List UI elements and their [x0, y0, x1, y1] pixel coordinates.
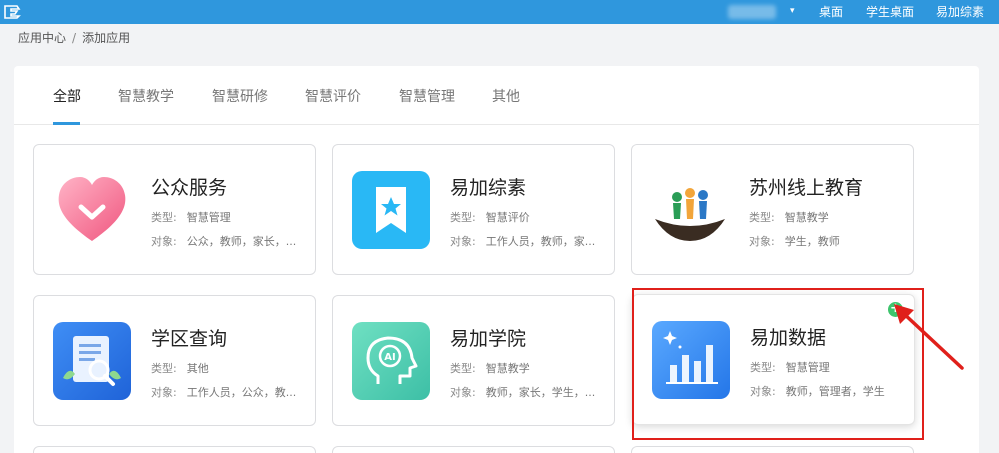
tab-smart-teaching[interactable]: 智慧教学 — [118, 86, 174, 106]
card-title: 公众服务 — [151, 177, 228, 199]
card-type: 类型: 智慧教学 — [450, 362, 530, 375]
tab-smart-evaluation[interactable]: 智慧评价 — [305, 86, 361, 106]
annotation-arrow-icon — [894, 304, 964, 370]
card-target: 对象: 公众，教师，家长，... — [151, 235, 297, 248]
svg-text:AI: AI — [384, 352, 395, 363]
user-name-blurred[interactable] — [728, 5, 776, 19]
boat-people-icon — [651, 171, 729, 249]
app-card-partial[interactable] — [631, 446, 914, 453]
top-bar: ▾ 桌面 学生桌面 易加综素 — [0, 0, 999, 24]
tab-smart-management[interactable]: 智慧管理 — [399, 86, 455, 106]
card-title: 苏州线上教育 — [749, 177, 864, 199]
card-target: 对象: 工作人员，教师，家... — [450, 235, 596, 248]
card-title: 易加综素 — [450, 177, 527, 199]
app-card-yijia-academy[interactable]: AI 易加学院 类型: 智慧教学 对象: 教师，家长，学生，... — [332, 295, 615, 426]
card-type: 类型: 智慧教学 — [749, 211, 829, 224]
app-card-yijia-zongsu[interactable]: 易加综素 类型: 智慧评价 对象: 工作人员，教师，家... — [332, 144, 615, 275]
nav-desktop[interactable]: 桌面 — [819, 0, 843, 24]
card-type: 类型: 智慧管理 — [151, 211, 231, 224]
app-card-suzhou-online-education[interactable]: 苏州线上教育 类型: 智慧教学 对象: 学生，教师 — [631, 144, 914, 275]
heart-icon — [53, 171, 131, 249]
tab-smart-research[interactable]: 智慧研修 — [212, 86, 268, 106]
card-type: 类型: 智慧评价 — [450, 211, 530, 224]
app-card-school-district-query[interactable]: 学区查询 类型: 其他 对象: 工作人员，公众，教... — [33, 295, 316, 426]
card-title: 易加学院 — [450, 328, 527, 350]
card-type: 类型: 其他 — [151, 362, 209, 375]
app-card-public-service[interactable]: 公众服务 类型: 智慧管理 对象: 公众，教师，家长，... — [33, 144, 316, 275]
card-target: 对象: 学生，教师 — [749, 235, 840, 248]
nav-yijia-zongsu[interactable]: 易加综素 — [936, 0, 984, 24]
highlight-annotation-box — [632, 288, 924, 440]
bookmark-star-icon — [352, 171, 430, 249]
active-tab-indicator — [53, 122, 80, 125]
tab-other[interactable]: 其他 — [492, 86, 520, 106]
caret-down-icon[interactable]: ▾ — [790, 6, 795, 16]
tab-all[interactable]: 全部 — [53, 86, 81, 106]
breadcrumb-add-app: 添加应用 — [82, 31, 131, 45]
card-title: 学区查询 — [151, 328, 228, 350]
breadcrumb-app-center[interactable]: 应用中心 — [18, 31, 66, 45]
app-card-partial[interactable] — [332, 446, 615, 453]
ai-head-icon: AI — [352, 322, 430, 400]
card-target: 对象: 教师，家长，学生，... — [450, 386, 596, 399]
app-logo-icon[interactable] — [2, 3, 22, 20]
breadcrumb: 应用中心 / 添加应用 — [18, 29, 130, 46]
nav-student-desktop[interactable]: 学生桌面 — [866, 0, 914, 24]
document-search-icon — [53, 322, 131, 400]
app-card-partial[interactable] — [33, 446, 316, 453]
card-target: 对象: 工作人员，公众，教... — [151, 386, 297, 399]
category-tabs: 全部 智慧教学 智慧研修 智慧评价 智慧管理 其他 — [14, 66, 979, 125]
breadcrumb-separator: / — [72, 31, 77, 45]
